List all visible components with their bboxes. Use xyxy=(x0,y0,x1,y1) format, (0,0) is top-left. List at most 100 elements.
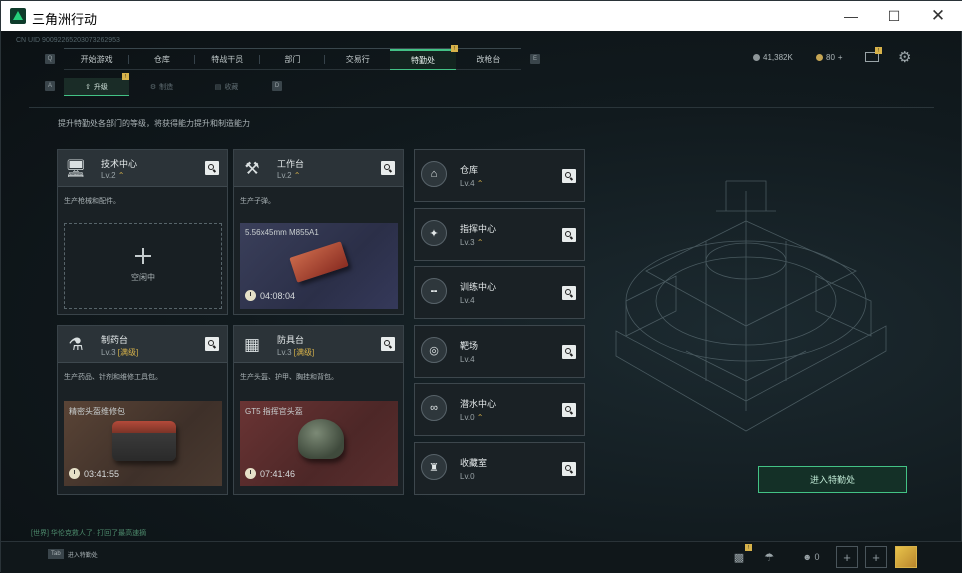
armor-bench-card[interactable]: ▦ 防具台 Lv.3 [满级] 生产头盔、护甲、胸挂和背包。 GT5 指挥官头盔… xyxy=(233,325,404,495)
subtab-prev-key[interactable]: A xyxy=(45,81,55,91)
tab-label: 开始游戏 xyxy=(80,55,113,64)
helmet-image xyxy=(298,419,344,459)
tab-label: 交易行 xyxy=(345,55,370,64)
search-icon[interactable] xyxy=(205,337,219,351)
tab-department[interactable]: 部门 xyxy=(260,49,326,70)
production-timer: 07:41:46 xyxy=(245,468,295,479)
close-button[interactable]: ✕ xyxy=(915,1,961,31)
maximize-button[interactable]: ☐ xyxy=(871,1,917,31)
silver-currency: 41,382K xyxy=(753,53,793,62)
facility-description: 生产枪械和配件。 xyxy=(64,198,120,205)
tab-label: 特战干员 xyxy=(211,55,244,64)
gold-add-button[interactable]: + xyxy=(838,53,843,62)
search-icon[interactable] xyxy=(562,345,576,359)
gold-currency[interactable]: 80 + xyxy=(816,53,843,62)
tab-gunsmith[interactable]: 改枪台 xyxy=(456,49,521,70)
plus-icon xyxy=(135,248,151,264)
pharmacy-card[interactable]: ⚗ 制药台 Lv.3 [满级] 生产药品、针剂和维修工具包。 精密头盔维修包 0… xyxy=(57,325,228,495)
upgrade-arrow-icon: ⌃ xyxy=(293,171,301,180)
search-icon[interactable] xyxy=(562,228,576,242)
settings-gear-icon[interactable]: ⚙ xyxy=(898,48,911,66)
uid-label: CN UID 90092265203073262953 xyxy=(16,37,120,44)
level-text: Lv.2 xyxy=(101,171,116,180)
diving-mask-icon: ∞ xyxy=(421,395,447,421)
enter-special-ops-hint[interactable]: Tab 进入特勤处 xyxy=(48,549,98,559)
gold-coin-icon xyxy=(816,54,823,61)
facility-shooting-range[interactable]: ◎ 靶场 Lv.4 xyxy=(414,325,585,378)
facility-warehouse[interactable]: ⌂ 仓库 Lv.4 ⌃ xyxy=(414,149,585,202)
clock-icon xyxy=(245,468,256,479)
sub-tabs: ⇧ 升级 ! ⚙ 制造 ▤ 收藏 xyxy=(64,73,274,96)
subtab-craft[interactable]: ⚙ 制造 xyxy=(129,78,194,96)
subtab-upgrade[interactable]: ⇧ 升级 ! xyxy=(64,73,129,96)
nav-next-key[interactable]: E xyxy=(530,54,540,64)
tab-operators[interactable]: 特战干员 xyxy=(195,49,260,70)
search-icon[interactable] xyxy=(562,169,576,183)
subtab-label: 制造 xyxy=(159,84,174,91)
tab-market[interactable]: 交易行 xyxy=(325,49,390,70)
level-text: Lv.2 xyxy=(277,171,292,180)
minimize-button[interactable]: — xyxy=(828,1,874,31)
search-icon[interactable] xyxy=(562,403,576,417)
facility-name: 仓库 xyxy=(460,165,479,175)
friends-icon[interactable]: ☻ 0 xyxy=(796,547,826,567)
target-icon: ◎ xyxy=(421,337,447,363)
player-avatar[interactable] xyxy=(895,546,917,568)
facility-diving-center[interactable]: ∞ 潜水中心 Lv.0 ⌃ xyxy=(414,383,585,436)
world-chat-message[interactable]: [世界] 华伦克救人了· 打回了最高速摘 xyxy=(31,528,146,538)
production-item[interactable]: 精密头盔维修包 03:41:55 xyxy=(64,401,222,486)
gold-amount: 80 xyxy=(826,53,835,62)
subtab-next-key[interactable]: D xyxy=(272,81,282,91)
subtab-collection[interactable]: ▤ 收藏 xyxy=(194,78,259,96)
game-window: 三角洲行动 — ☐ ✕ CN UID 90092265203073262953 … xyxy=(0,0,962,573)
facility-level: Lv.3 [满级] xyxy=(277,347,314,358)
facility-name: 潜水中心 xyxy=(460,399,497,409)
title-bar: 三角洲行动 — ☐ ✕ xyxy=(1,1,962,31)
enter-special-ops-button[interactable]: 进入特勤处 xyxy=(758,466,907,493)
parachute-icon[interactable]: ☂ xyxy=(759,547,779,567)
add-squad-slot-2[interactable]: + xyxy=(865,546,887,568)
production-item[interactable]: GT5 指挥官头盔 07:41:46 xyxy=(240,401,398,486)
search-icon[interactable] xyxy=(562,286,576,300)
search-icon[interactable] xyxy=(381,337,395,351)
level-text: Lv.0 xyxy=(460,413,475,422)
nav-prev-key[interactable]: Q xyxy=(45,54,55,64)
hammer-wrench-icon: ⚒ xyxy=(244,159,260,178)
tab-special-ops[interactable]: 特勤处 ! xyxy=(390,45,458,70)
facility-name: 收藏室 xyxy=(460,458,488,468)
mail-icon[interactable]: ! xyxy=(865,47,882,62)
facility-command-center[interactable]: ✦ 指挥中心 Lv.3 ⌃ xyxy=(414,208,585,261)
hint-label: 进入特勤处 xyxy=(67,552,98,559)
add-squad-slot-1[interactable]: + xyxy=(836,546,858,568)
facility-level: Lv.0 ⌃ xyxy=(460,413,483,422)
base-wireframe-illustration xyxy=(615,180,887,432)
item-name: 精密头盔维修包 xyxy=(69,407,125,416)
tab-start-game[interactable]: 开始游戏 xyxy=(64,49,130,70)
upgrade-badge: ! xyxy=(122,73,129,80)
tech-center-card[interactable]: 🖥 技术中心 Lv.2 ⌃ 生产枪械和配件。 空闲中 xyxy=(57,149,228,315)
tab-label: 特勤处 xyxy=(411,55,436,65)
clock-icon xyxy=(69,468,80,479)
silver-coin-icon xyxy=(753,54,760,61)
search-icon[interactable] xyxy=(205,161,219,175)
search-icon[interactable] xyxy=(562,462,576,476)
level-text: Lv.3 xyxy=(277,348,292,357)
silver-amount: 41,382K xyxy=(763,53,793,62)
production-timer: 03:41:55 xyxy=(69,468,119,479)
facility-level: Lv.4 ⌃ xyxy=(460,179,483,188)
tab-label: 仓库 xyxy=(153,55,170,64)
empty-production-slot[interactable]: 空闲中 xyxy=(64,223,222,309)
search-icon[interactable] xyxy=(381,161,395,175)
level-text: Lv.3 xyxy=(101,348,116,357)
craft-icon: ⚙ xyxy=(149,84,157,91)
production-item[interactable]: 5.56x45mm M855A1 04:08:04 xyxy=(240,223,398,309)
facility-training-center[interactable]: ╍ 训练中心 Lv.4 xyxy=(414,266,585,319)
workbench-card[interactable]: ⚒ 工作台 Lv.2 ⌃ 生产子弹。 5.56x45mm M855A1 04:0… xyxy=(233,149,404,315)
timer-text: 03:41:55 xyxy=(84,468,120,479)
tab-warehouse[interactable]: 仓库 xyxy=(129,49,195,70)
max-level-tag: [满级] xyxy=(293,348,315,357)
upgrade-arrow-icon: ⌃ xyxy=(117,171,125,180)
facility-collection-room[interactable]: ♜ 收藏室 Lv.0 xyxy=(414,442,585,495)
facility-level: Lv.3 ⌃ xyxy=(460,238,483,247)
slot-status: 空闲中 xyxy=(131,273,155,282)
